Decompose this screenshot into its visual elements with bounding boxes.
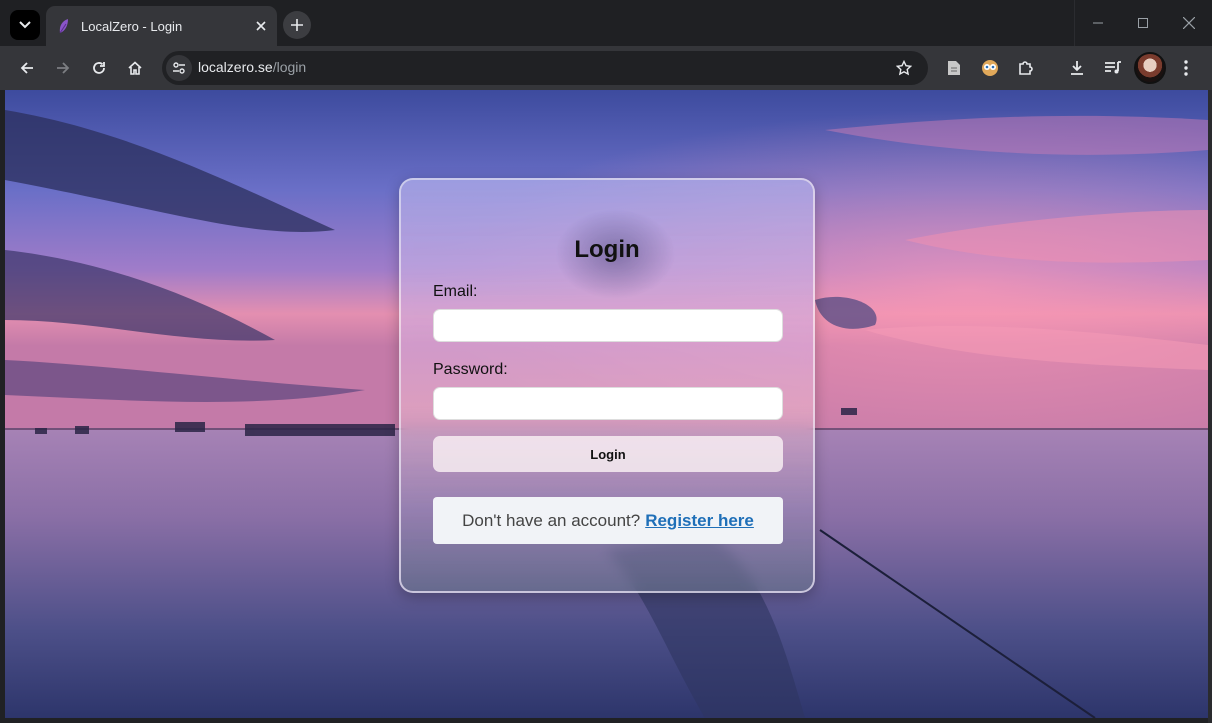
page-viewport: Login Email: Password: Login Don't have … [5,90,1208,718]
register-prompt-box: Don't have an account? Register here [433,497,783,544]
maximize-icon [1138,18,1148,28]
browser-menu-button[interactable] [1172,54,1200,82]
home-button[interactable] [121,54,149,82]
leaf-favicon-icon [59,19,68,34]
address-bar[interactable]: localzero.se/login [162,51,928,85]
browser-tab[interactable]: LocalZero - Login [46,6,277,46]
back-button[interactable] [13,54,41,82]
media-controls-button[interactable] [1099,54,1127,82]
browser-toolbar: localzero.se/login [0,46,1212,90]
tab-strip: LocalZero - Login [0,0,1212,46]
downloads-button[interactable] [1063,54,1091,82]
register-prompt-text: Don't have an account? [462,510,641,530]
profile-avatar[interactable] [1134,52,1166,84]
page-scrollbar[interactable] [1208,90,1212,723]
owl-extension-icon [982,60,998,76]
maximize-button[interactable] [1120,0,1166,46]
close-window-button[interactable] [1166,0,1212,46]
forward-button[interactable] [49,54,77,82]
arrow-left-icon [20,62,33,74]
close-icon [1183,17,1195,29]
extension-owl-button[interactable] [976,54,1004,82]
login-button[interactable]: Login [433,436,783,472]
home-icon [128,61,142,75]
download-icon [1071,61,1083,75]
password-label: Password: [433,361,508,378]
tab-title: LocalZero - Login [81,18,183,34]
chevron-down-icon [19,21,31,29]
reading-list-button[interactable] [940,54,968,82]
arrow-right-icon [57,62,70,74]
email-field[interactable] [433,309,783,342]
tab-close-icon[interactable] [251,16,271,36]
document-icon [948,61,960,75]
minimize-button[interactable] [1074,0,1120,46]
login-card: Login Email: Password: Login Don't have … [399,178,815,593]
bookmark-star-icon[interactable] [892,56,916,80]
extensions-button[interactable] [1012,54,1040,82]
reload-button[interactable] [85,54,113,82]
puzzle-icon [1019,61,1033,75]
window-controls [1074,0,1212,46]
minimize-icon [1092,22,1103,24]
reload-icon [93,62,105,74]
new-tab-button[interactable] [283,11,311,39]
playlist-icon [1105,61,1121,74]
register-link[interactable]: Register here [645,511,754,531]
password-field[interactable] [433,387,783,420]
url-path: /login [272,59,307,75]
tune-icon [173,62,185,74]
tab-search-button[interactable] [10,10,40,40]
more-vertical-icon [1184,60,1188,76]
plus-icon [291,19,303,31]
email-label: Email: [433,283,478,300]
site-info-button[interactable] [166,55,192,81]
login-heading: Login [574,236,640,263]
url-text: localzero.se/login [198,59,306,75]
url-host: localzero.se [198,59,273,75]
